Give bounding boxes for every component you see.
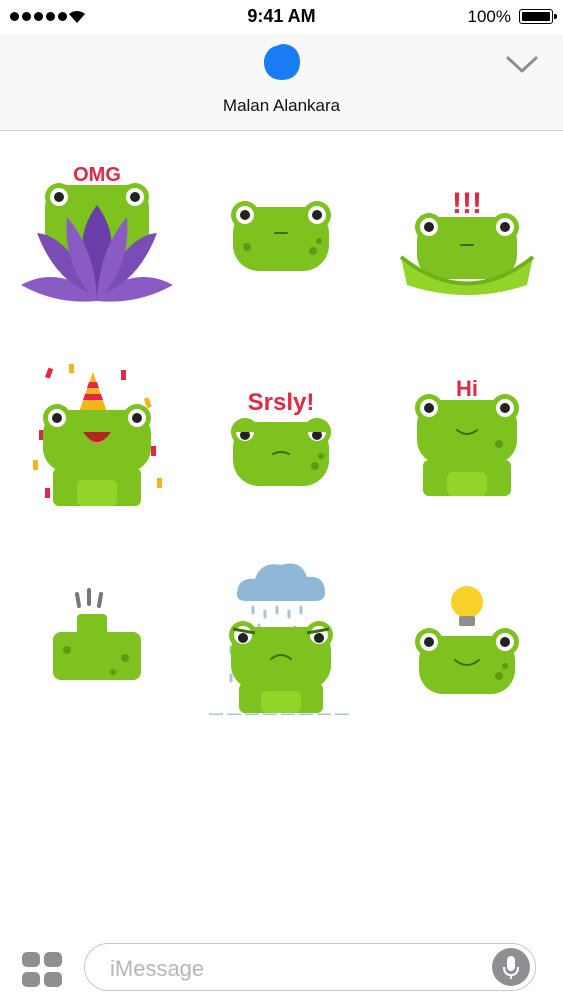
app-drawer-icon[interactable] bbox=[22, 952, 64, 988]
sticker-caption: Srsly! bbox=[248, 389, 315, 416]
contact-name[interactable]: Malan Alankara bbox=[0, 96, 563, 116]
chevron-down-icon[interactable] bbox=[505, 52, 539, 76]
message-input[interactable]: iMessage bbox=[84, 943, 536, 991]
microphone-icon bbox=[503, 956, 519, 979]
compose-bar: iMessage bbox=[0, 930, 563, 1000]
status-bar: 9:41 AM 100% bbox=[0, 0, 563, 34]
sticker-frog-srsly[interactable]: Srsly! bbox=[201, 360, 361, 520]
sticker-frog-hi[interactable]: Hi bbox=[387, 360, 547, 520]
message-placeholder: iMessage bbox=[110, 956, 205, 981]
sticker-frog-omg-lotus[interactable]: OMG bbox=[17, 155, 177, 315]
conversation-header: Malan Alankara bbox=[0, 34, 563, 131]
sticker-frog-party[interactable] bbox=[17, 360, 177, 520]
sticker-frog-thumbs-up[interactable] bbox=[17, 580, 177, 740]
battery-icon bbox=[519, 9, 557, 24]
sticker-frog-exclaim-leaf[interactable]: !!! bbox=[387, 155, 547, 315]
sticker-frog-idea-bulb[interactable] bbox=[387, 580, 547, 740]
sticker-frog-peek[interactable] bbox=[201, 155, 361, 315]
sticker-frog-rain-cloud[interactable] bbox=[201, 555, 361, 715]
contact-avatar[interactable] bbox=[262, 42, 302, 82]
sticker-caption: Hi bbox=[456, 376, 478, 401]
sticker-caption: OMG bbox=[73, 164, 121, 186]
battery-percent: 100% bbox=[467, 7, 511, 26]
sticker-caption: !!! bbox=[452, 187, 482, 220]
microphone-button[interactable] bbox=[492, 948, 530, 986]
